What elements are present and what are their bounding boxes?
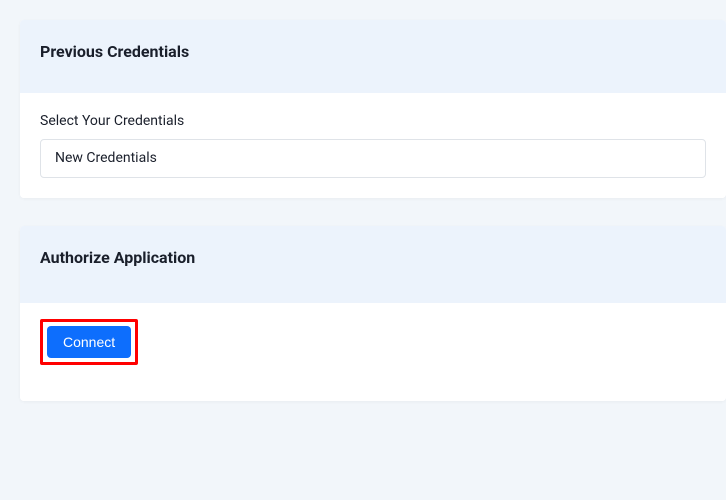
card-title: Authorize Application: [40, 248, 706, 267]
connect-button[interactable]: Connect: [47, 326, 131, 358]
previous-credentials-card: Previous Credentials Select Your Credent…: [20, 20, 726, 198]
card-body: Select Your Credentials New Credentials: [20, 93, 726, 198]
credentials-selected-option: New Credentials: [55, 150, 157, 166]
card-header: Authorize Application: [20, 226, 726, 303]
credentials-select[interactable]: New Credentials: [40, 139, 706, 178]
card-header: Previous Credentials: [20, 20, 726, 93]
highlight-annotation: Connect: [40, 319, 138, 365]
card-title: Previous Credentials: [40, 42, 706, 61]
card-body: Connect: [20, 303, 726, 401]
credentials-label: Select Your Credentials: [40, 113, 706, 129]
authorize-application-card: Authorize Application Connect: [20, 226, 726, 401]
